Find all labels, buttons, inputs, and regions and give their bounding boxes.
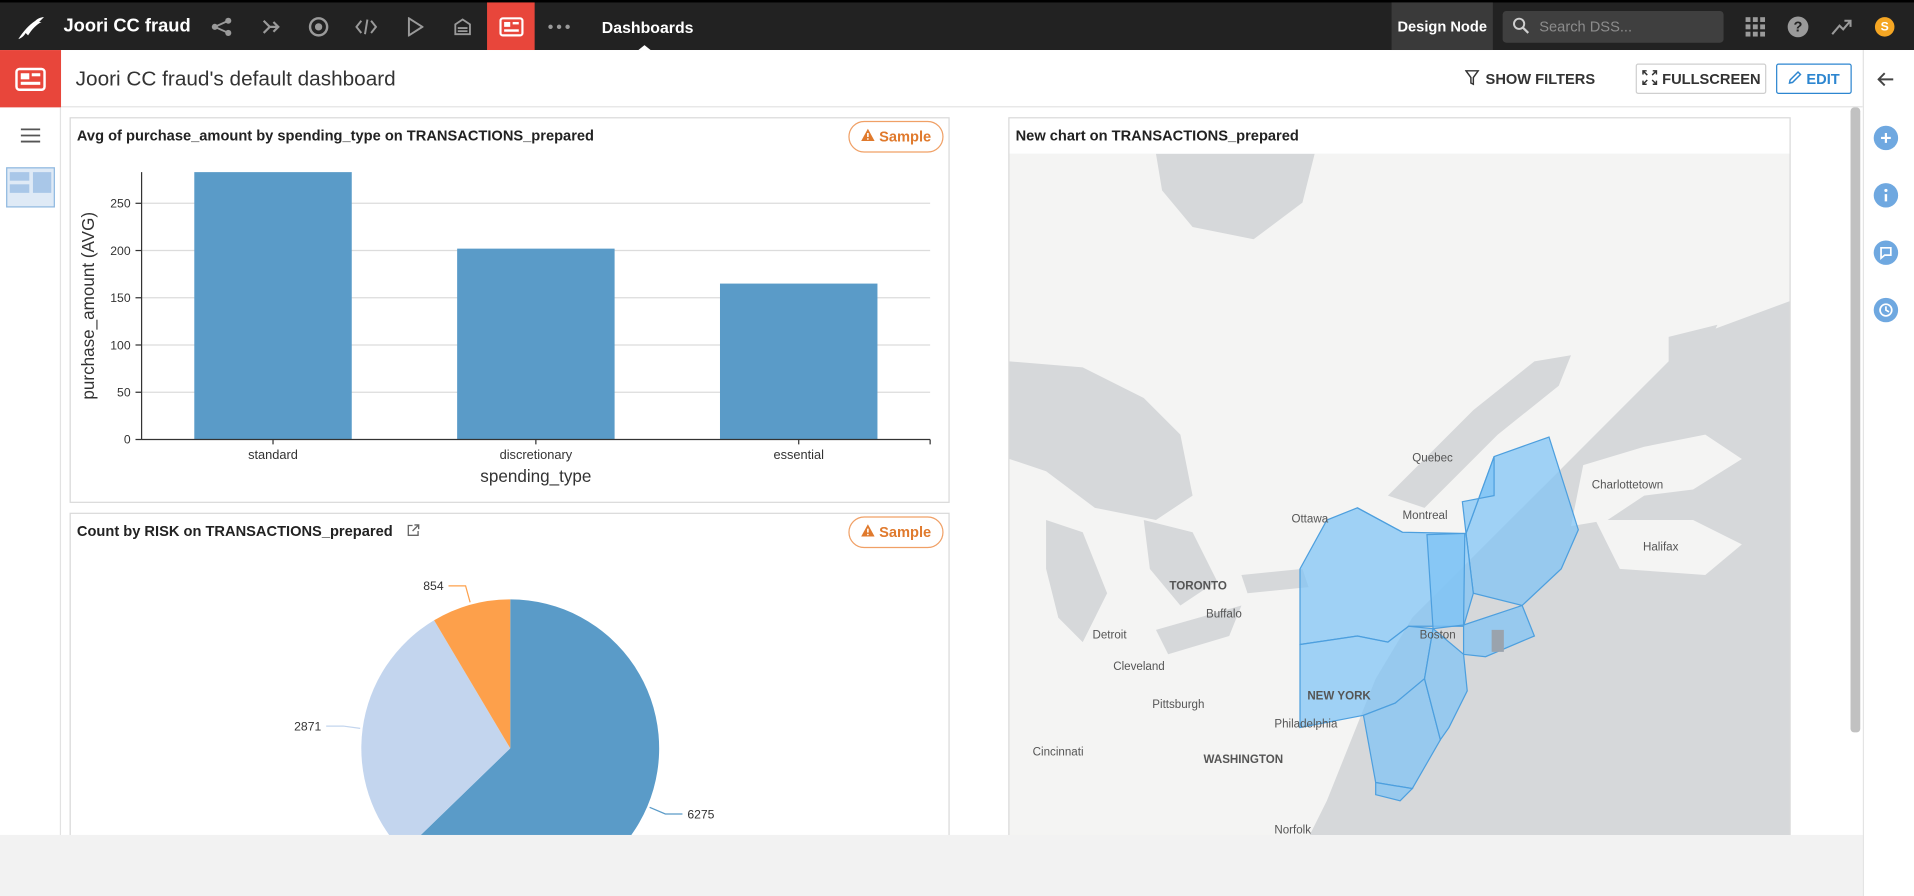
- map-label: WASHINGTON: [1204, 754, 1284, 766]
- top-navbar: Joori CC fraud Dashboards Design Node Se…: [0, 0, 1914, 51]
- code-icon[interactable]: [352, 12, 381, 41]
- pie-chart: 6275 2871 854: [294, 579, 715, 835]
- flow-icon[interactable]: [208, 12, 237, 41]
- info-icon[interactable]: [1873, 183, 1899, 208]
- pie-data-label: 2871: [294, 719, 321, 733]
- map-label: Buffalo: [1206, 609, 1242, 621]
- map-label: Pittsburgh: [1152, 699, 1204, 711]
- back-arrow-icon[interactable]: [1874, 67, 1898, 91]
- pie-chart-panel[interactable]: Count by RISK on TRANSACTIONS_prepared S…: [69, 512, 950, 835]
- edit-button[interactable]: EDIT: [1776, 63, 1852, 94]
- x-axis-label: spending_type: [480, 467, 591, 486]
- bar: [457, 248, 615, 440]
- dashboards-nav-icon[interactable]: [487, 2, 535, 51]
- x-tick-label: essential: [773, 447, 824, 462]
- bar-chart-panel[interactable]: Avg of purchase_amount by spending_type …: [69, 117, 950, 503]
- discussion-icon[interactable]: [1873, 240, 1899, 265]
- y-axis-label: purchase_amount (AVG): [79, 212, 98, 400]
- pie-leader-line: [649, 806, 683, 815]
- search-input[interactable]: [1539, 15, 1717, 38]
- history-icon[interactable]: [1873, 297, 1899, 323]
- x-tick-label: discretionary: [500, 447, 573, 462]
- map-view[interactable]: Quebec Charlottetown Ottawa Montreal Hal…: [1009, 153, 1790, 835]
- fullscreen-icon: [1641, 69, 1657, 89]
- dashboard-header: Joori CC fraud's default dashboard SHOW …: [0, 50, 1863, 108]
- bar: [719, 283, 878, 440]
- fullscreen-label: FULLSCREEN: [1662, 70, 1761, 88]
- page-thumbnail[interactable]: [6, 167, 55, 208]
- trend-icon[interactable]: [1827, 12, 1856, 41]
- x-tick-label: standard: [248, 447, 298, 462]
- fullscreen-button[interactable]: FULLSCREEN: [1635, 63, 1767, 94]
- pencil-icon: [1788, 70, 1802, 87]
- map-label: Norfolk: [1274, 825, 1311, 835]
- map-label: Halifax: [1643, 542, 1679, 554]
- map-label: Cleveland: [1113, 661, 1164, 673]
- y-tick-label: 200: [110, 244, 131, 258]
- y-tick-label: 250: [110, 197, 131, 211]
- vertical-scrollbar[interactable]: [1850, 107, 1861, 733]
- page-title: Joori CC fraud's default dashboard: [75, 67, 396, 91]
- more-icon[interactable]: [544, 12, 573, 41]
- pie-data-label: 6275: [687, 807, 714, 821]
- map-label: Detroit: [1092, 629, 1127, 641]
- dashboard-icon: [0, 50, 62, 108]
- map-label: Cincinnati: [1033, 747, 1084, 759]
- wiki-icon[interactable]: [448, 12, 477, 41]
- dashboard-canvas: Avg of purchase_amount by spending_type …: [61, 107, 1863, 835]
- edit-label: EDIT: [1806, 70, 1840, 88]
- bar: [194, 172, 352, 440]
- bottom-strip: [0, 834, 1863, 896]
- user-avatar[interactable]: S: [1874, 17, 1895, 37]
- filter-icon: [1464, 70, 1480, 90]
- pie-data-label: 854: [423, 579, 444, 593]
- right-rail: [1862, 50, 1914, 896]
- help-icon[interactable]: ?: [1783, 12, 1812, 41]
- run-icon[interactable]: [400, 12, 429, 41]
- map-label: Montreal: [1403, 510, 1448, 522]
- map-label: Philadelphia: [1274, 719, 1338, 731]
- y-tick-label: 100: [110, 338, 131, 352]
- left-sidebar: [0, 107, 62, 835]
- map-label: Boston: [1420, 629, 1456, 641]
- map-panel-title: New chart on TRANSACTIONS_prepared: [1015, 126, 1299, 145]
- map-label: Ottawa: [1291, 513, 1328, 525]
- pie-leader-line: [326, 725, 361, 729]
- y-tick-label: 0: [124, 433, 131, 447]
- show-filters-label: SHOW FILTERS: [1485, 70, 1596, 88]
- y-tick-label: 150: [110, 291, 131, 305]
- search-icon: [1512, 17, 1530, 40]
- dataiku-bird-logo-icon[interactable]: [15, 12, 47, 41]
- pie-leader-line: [448, 585, 471, 603]
- bar-chart: 0 50 100 150 200 250 standard discretionary esse…: [79, 172, 931, 486]
- svg-text:?: ?: [1794, 20, 1803, 36]
- map-chart-panel[interactable]: New chart on TRANSACTIONS_prepared Quebe…: [1008, 117, 1791, 835]
- section-title[interactable]: Dashboards: [602, 18, 694, 36]
- map-label: TORONTO: [1169, 581, 1226, 593]
- hamburger-menu-icon[interactable]: [20, 127, 41, 149]
- add-icon[interactable]: [1873, 125, 1899, 151]
- map-label: Charlottetown: [1592, 479, 1663, 491]
- code-recipes-icon[interactable]: [304, 12, 333, 41]
- y-tick-label: 50: [117, 385, 131, 399]
- map-label: Quebec: [1412, 452, 1453, 464]
- show-filters-button[interactable]: SHOW FILTERS: [1464, 66, 1596, 93]
- design-node-badge[interactable]: Design Node: [1391, 2, 1493, 51]
- apps-grid-icon[interactable]: [1741, 12, 1770, 41]
- lab-icon[interactable]: [256, 12, 285, 41]
- project-name[interactable]: Joori CC fraud: [63, 16, 190, 37]
- search-box[interactable]: [1502, 10, 1724, 43]
- map-label: NEW YORK: [1307, 690, 1371, 702]
